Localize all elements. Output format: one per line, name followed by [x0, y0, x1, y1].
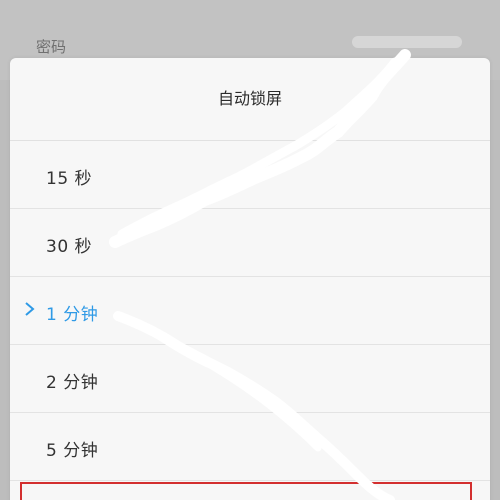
option-5-minutes[interactable]: 5 分钟: [10, 413, 490, 481]
auto-lock-dialog: 自动锁屏 15 秒 30 秒 1 分钟 2 分钟 5 分钟: [10, 58, 490, 500]
option-label: 15 秒: [46, 169, 93, 189]
option-30-seconds[interactable]: 30 秒: [10, 209, 490, 277]
option-label: 1 分钟: [46, 305, 99, 325]
background-password-label: 密码: [36, 38, 67, 56]
chevron-right-icon: [25, 302, 35, 316]
option-label: 30 秒: [46, 237, 93, 257]
dialog-title: 自动锁屏: [10, 58, 490, 141]
option-15-seconds[interactable]: 15 秒: [10, 141, 490, 209]
option-label: 5 分钟: [46, 441, 99, 461]
background-redacted-value: [352, 36, 462, 48]
option-2-minutes[interactable]: 2 分钟: [10, 345, 490, 413]
option-1-minute[interactable]: 1 分钟: [10, 277, 490, 345]
red-highlight-box: [20, 482, 472, 500]
screen: 密码 自动锁屏 15 秒 30 秒 1 分钟 2 分钟 5 分钟: [0, 0, 500, 500]
option-label: 2 分钟: [46, 373, 99, 393]
